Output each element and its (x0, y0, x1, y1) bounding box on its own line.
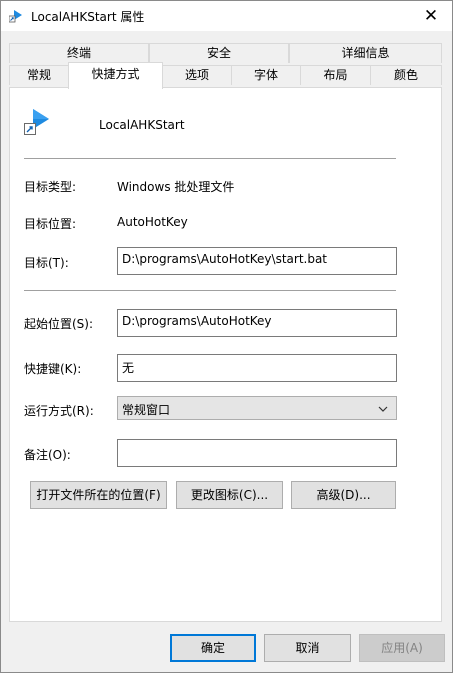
change-icon-button[interactable]: 更改图标(C)... (176, 481, 283, 509)
divider (24, 290, 396, 291)
start-in-input[interactable]: D:\programs\AutoHotKey (117, 309, 397, 337)
comment-input[interactable] (117, 439, 397, 467)
tab-options[interactable]: 选项 (162, 65, 232, 85)
tab-layout[interactable]: 布局 (300, 65, 371, 85)
chevron-down-icon (378, 406, 388, 412)
target-type-value: Windows 批处理文件 (117, 180, 235, 194)
tab-shortcut[interactable]: 快捷方式 (68, 62, 163, 89)
start-in-label: 起始位置(S): (24, 317, 94, 331)
run-mode-value: 常规窗口 (122, 403, 171, 417)
shortcut-app-icon (9, 10, 22, 23)
run-mode-select[interactable]: 常规窗口 (117, 396, 397, 420)
tab-security[interactable]: 安全 (149, 43, 289, 63)
tab-terminal[interactable]: 终端 (9, 43, 149, 63)
tab-details[interactable]: 详细信息 (289, 43, 442, 63)
hotkey-input[interactable]: 无 (117, 354, 397, 382)
target-input[interactable]: D:\programs\AutoHotKey\start.bat (117, 247, 397, 275)
ok-button[interactable]: 确定 (170, 634, 256, 662)
run-label: 运行方式(R): (24, 404, 94, 418)
advanced-button[interactable]: 高级(D)... (291, 481, 396, 509)
open-file-location-button[interactable]: 打开文件所在的位置(F) (30, 481, 167, 509)
target-location-value: AutoHotKey (117, 215, 188, 229)
hotkey-label: 快捷键(K): (24, 362, 82, 376)
title-bar[interactable]: LocalAHKStart 属性 ✕ (1, 1, 452, 31)
window-title: LocalAHKStart 属性 (31, 10, 145, 24)
target-location-label: 目标位置: (24, 217, 77, 231)
cancel-button[interactable]: 取消 (264, 634, 351, 662)
comment-label: 备注(O): (24, 448, 71, 462)
shortcut-name: LocalAHKStart (99, 118, 185, 132)
tab-colors[interactable]: 颜色 (370, 65, 442, 85)
tab-general[interactable]: 常规 (9, 65, 69, 85)
target-label: 目标(T): (24, 256, 69, 270)
apply-button[interactable]: 应用(A) (359, 634, 445, 662)
tab-font[interactable]: 字体 (231, 65, 301, 85)
close-icon[interactable]: ✕ (420, 5, 442, 27)
divider (24, 158, 396, 159)
shortcut-play-icon (24, 109, 49, 135)
target-type-label: 目标类型: (24, 180, 77, 194)
